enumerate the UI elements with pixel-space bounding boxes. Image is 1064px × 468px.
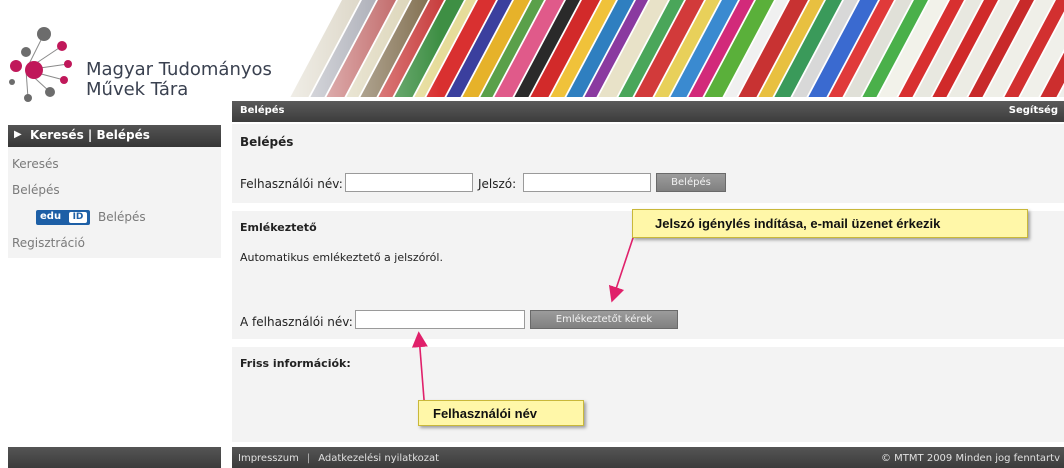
sidebar-item-login[interactable]: Belépés (12, 183, 60, 197)
eduid-logo-id: ID (69, 212, 87, 223)
reminder-username-input[interactable] (355, 310, 525, 329)
sidebar-menu: Keresés Belépés edu ID Belépés Regisztrá… (8, 147, 221, 258)
sidebar-item-eduid-login[interactable]: Belépés (98, 210, 146, 224)
login-section: Belépés Felhasználói név: Jelszó: Belépé… (232, 124, 1064, 203)
login-password-label: Jelszó: (478, 177, 517, 191)
books-illustration (232, 0, 1064, 97)
annotation-callout-reminder: Jelszó igénylés indítása, e-mail üzenet … (632, 209, 1028, 238)
logo-title-line1: Magyar Tudományos (86, 59, 272, 80)
reminder-username-label: A felhasználói név: (240, 315, 353, 329)
logo-molecule-icon (9, 27, 72, 102)
reminder-description: Automatikus emlékeztető a jelszóról. (240, 251, 443, 264)
reminder-title: Emlékeztető (240, 221, 317, 234)
footer-copyright: © MTMT 2009 Minden jog fenntartv (881, 453, 1060, 464)
site-logo[interactable]: Magyar Tudományos Művek Tára (6, 18, 272, 108)
news-section: Friss információk: (232, 347, 1064, 442)
login-button[interactable]: Belépés (656, 173, 726, 192)
footer-link-impressum[interactable]: Impresszum (238, 453, 299, 464)
eduid-logo-edu: edu (40, 211, 62, 222)
annotation-callout-reminder-text: Jelszó igénylés indítása, e-mail üzenet … (655, 216, 941, 231)
news-title: Friss információk: (240, 357, 351, 370)
request-reminder-button[interactable]: Emlékeztetőt kérek (530, 310, 678, 329)
logo-title-line2: Művek Tára (86, 79, 189, 100)
login-username-input[interactable] (345, 173, 473, 192)
sidebar-header[interactable]: ▶ Keresés | Belépés (8, 125, 221, 147)
sidebar-item-search[interactable]: Keresés (12, 157, 59, 171)
help-link[interactable]: Segítség (1009, 105, 1058, 116)
login-username-label: Felhasználói név: (240, 177, 343, 191)
triangle-right-icon: ▶ (14, 129, 22, 140)
sidebar-item-registration[interactable]: Regisztráció (12, 236, 85, 250)
breadcrumb-current: Belépés (240, 105, 285, 116)
login-title: Belépés (240, 135, 294, 149)
footer-link-privacy[interactable]: Adatkezelési nyilatkozat (318, 453, 439, 464)
eduid-logo[interactable]: edu ID (36, 210, 90, 225)
annotation-callout-username: Felhasználói név (418, 400, 584, 426)
footer-separator: | (306, 453, 311, 464)
footer: Impresszum | Adatkezelési nyilatkozat © MT… (232, 447, 1064, 468)
footer-left-bar (8, 447, 221, 468)
sidebar-header-label: Keresés | Belépés (30, 128, 150, 142)
header-books-banner (232, 0, 1064, 97)
annotation-callout-username-text: Felhasználói név (433, 406, 538, 421)
content-top-bar: Belépés Segítség (232, 101, 1064, 122)
login-password-input[interactable] (523, 173, 651, 192)
